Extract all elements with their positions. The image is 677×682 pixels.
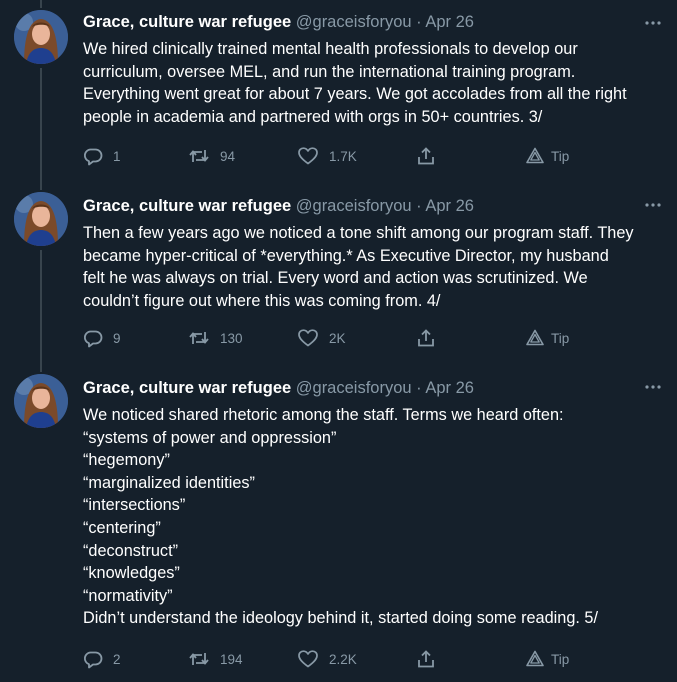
share-button[interactable] bbox=[415, 146, 437, 166]
tip-icon bbox=[525, 146, 545, 166]
tweet-text-line: became hyper-critical of *everything.* A… bbox=[83, 246, 609, 265]
reply-icon bbox=[83, 328, 103, 348]
share-button[interactable] bbox=[415, 649, 437, 669]
tweet-text-line: We noticed shared rhetoric among the sta… bbox=[83, 406, 564, 424]
share-icon bbox=[415, 328, 437, 348]
reply-button[interactable]: 2 bbox=[83, 649, 121, 669]
tweet-actions: 1 94 1.7K Tip bbox=[83, 146, 583, 166]
like-icon bbox=[297, 328, 319, 348]
tweet-text-line: “intersections” bbox=[83, 496, 186, 515]
tweet-actions: 2 194 2.2K Tip bbox=[83, 649, 583, 669]
author-name[interactable]: Grace, culture war refugee bbox=[83, 13, 291, 31]
tip-button[interactable]: Tip bbox=[525, 649, 569, 669]
tip-label: Tip bbox=[551, 651, 570, 667]
retweet-button[interactable]: 130 bbox=[188, 328, 243, 348]
share-icon bbox=[415, 146, 437, 166]
tweet[interactable]: Grace, culture war refugee @graceisforyo… bbox=[0, 182, 677, 364]
reply-icon bbox=[83, 649, 103, 669]
reply-button[interactable]: 9 bbox=[83, 328, 121, 348]
tweet-text-line: We hired clinically trained mental healt… bbox=[83, 40, 578, 58]
retweet-count: 94 bbox=[220, 148, 236, 164]
avatar[interactable] bbox=[14, 10, 68, 64]
tweet-text-line: “deconstruct” bbox=[83, 541, 179, 560]
reply-button[interactable]: 1 bbox=[83, 146, 121, 166]
reply-count: 2 bbox=[113, 651, 121, 667]
like-count: 1.7K bbox=[329, 148, 357, 164]
retweet-count: 194 bbox=[220, 651, 243, 667]
like-count: 2K bbox=[329, 330, 346, 346]
tweet-date[interactable]: Apr 26 bbox=[425, 379, 474, 397]
separator-dot: · bbox=[416, 13, 422, 31]
like-button[interactable]: 1.7K bbox=[297, 146, 357, 166]
retweet-icon bbox=[188, 328, 210, 348]
tweet[interactable]: Grace, culture war refugee @graceisforyo… bbox=[0, 364, 677, 682]
reply-count: 9 bbox=[113, 330, 121, 346]
tweet-text-line: curriculum, oversee MEL, and run the int… bbox=[83, 62, 576, 81]
author-name[interactable]: Grace, culture war refugee bbox=[83, 197, 291, 215]
share-icon bbox=[415, 649, 437, 669]
separator-dot: · bbox=[416, 197, 422, 215]
author-handle[interactable]: @graceisforyou bbox=[296, 379, 412, 397]
author-handle[interactable]: @graceisforyou bbox=[296, 13, 412, 31]
reply-count: 1 bbox=[113, 148, 121, 164]
author-name[interactable]: Grace, culture war refugee bbox=[83, 379, 291, 397]
tweet-text: We hired clinically trained mental healt… bbox=[83, 38, 663, 128]
tweet-text-line: “systems of power and oppression” bbox=[83, 428, 337, 447]
like-count: 2.2K bbox=[329, 651, 357, 667]
like-button[interactable]: 2.2K bbox=[297, 649, 357, 669]
retweet-count: 130 bbox=[220, 330, 243, 346]
like-button[interactable]: 2K bbox=[297, 328, 346, 348]
tweet-date[interactable]: Apr 26 bbox=[425, 197, 474, 215]
tweet-text-line: “marginalized identities” bbox=[83, 473, 255, 492]
more-icon[interactable] bbox=[643, 16, 663, 30]
tweet-text-line: “hegemony” bbox=[83, 451, 170, 470]
tip-label: Tip bbox=[551, 148, 570, 164]
share-button[interactable] bbox=[415, 328, 437, 348]
tweet-text-line: Everything went great for about 7 years.… bbox=[83, 85, 627, 104]
more-icon[interactable] bbox=[643, 198, 663, 212]
retweet-button[interactable]: 194 bbox=[188, 649, 243, 669]
tweet-text-line: “centering” bbox=[83, 518, 161, 537]
like-icon bbox=[297, 146, 319, 166]
author-handle[interactable]: @graceisforyou bbox=[296, 197, 412, 215]
tip-label: Tip bbox=[551, 330, 570, 346]
tip-icon bbox=[525, 649, 545, 669]
tweet-text-line: people in academia and partnered with or… bbox=[83, 107, 543, 126]
retweet-button[interactable]: 94 bbox=[188, 146, 235, 166]
tweet-header: Grace, culture war refugee @graceisforyo… bbox=[83, 196, 474, 216]
more-icon[interactable] bbox=[643, 380, 663, 394]
tweet-header: Grace, culture war refugee @graceisforyo… bbox=[83, 12, 474, 32]
tweet-text-line: felt he was always on trial. Every word … bbox=[83, 269, 588, 288]
retweet-icon bbox=[188, 146, 210, 166]
tip-icon bbox=[525, 328, 545, 348]
tweet-text: We noticed shared rhetoric among the sta… bbox=[83, 404, 663, 630]
timeline: Grace, culture war refugee @graceisforyo… bbox=[0, 0, 677, 682]
tip-button[interactable]: Tip bbox=[525, 328, 569, 348]
tweet-text: Then a few years ago we noticed a tone s… bbox=[83, 222, 663, 312]
tweet-date[interactable]: Apr 26 bbox=[425, 13, 474, 31]
tip-button[interactable]: Tip bbox=[525, 146, 569, 166]
tweet-text-line: Didn’t understand the ideology behind it… bbox=[83, 609, 599, 628]
tweet-text-line: “knowledges” bbox=[83, 564, 180, 583]
separator-dot: · bbox=[416, 379, 422, 397]
tweet-actions: 9 130 2K Tip bbox=[83, 328, 583, 348]
tweet-text-line: “normativity” bbox=[83, 586, 173, 605]
like-icon bbox=[297, 649, 319, 669]
avatar[interactable] bbox=[14, 192, 68, 246]
avatar[interactable] bbox=[14, 374, 68, 428]
tweet-text-line: Then a few years ago we noticed a tone s… bbox=[83, 224, 634, 242]
tweet[interactable]: Grace, culture war refugee @graceisforyo… bbox=[0, 0, 677, 180]
tweet-text-line: couldn’t figure out where this was comin… bbox=[83, 291, 441, 310]
retweet-icon bbox=[188, 649, 210, 669]
reply-icon bbox=[83, 146, 103, 166]
tweet-header: Grace, culture war refugee @graceisforyo… bbox=[83, 378, 474, 398]
